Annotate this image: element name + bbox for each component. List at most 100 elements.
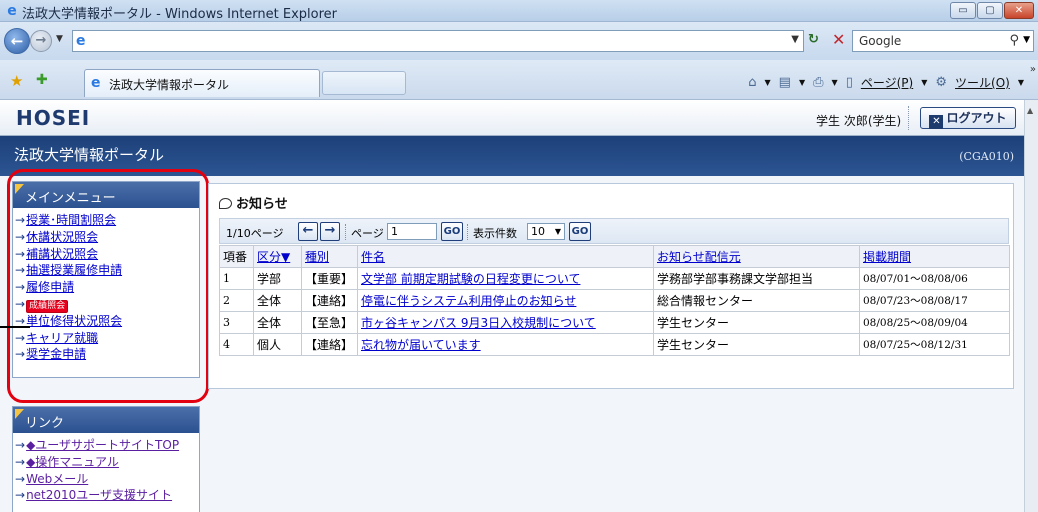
print-dropdown-icon[interactable]: ▼ [832, 78, 838, 87]
column-header-category[interactable]: 区分▼ [253, 245, 302, 268]
page-menu[interactable]: ページ(P) [861, 74, 913, 91]
history-dropdown-icon[interactable]: ▼ [56, 34, 63, 44]
row-period: 08/07/23～08/08/17 [859, 289, 1010, 312]
feeds-dropdown-icon[interactable]: ▼ [799, 78, 805, 87]
column-header-type[interactable]: 種別 [301, 245, 358, 268]
add-favorite-icon[interactable]: ✚ [36, 72, 48, 88]
window-controls: ▭ ▢ ✕ [950, 2, 1034, 19]
search-dropdown-icon[interactable]: ▼ [1023, 35, 1030, 45]
notices-table: 項番 区分▼ 種別 件名 お知らせ配信元 掲載期間 1 学部 【重要】 文学部 … [219, 245, 1010, 356]
column-header-subject[interactable]: 件名 [357, 245, 654, 268]
links-menu-header: リンク [13, 407, 199, 433]
favorites-star-icon[interactable]: ★ [10, 72, 23, 90]
window-title: 法政大学情報ポータル - Windows Internet Explorer [22, 7, 337, 22]
new-tab-button[interactable] [322, 71, 406, 95]
row-subject[interactable]: 忘れ物が届いています [357, 333, 654, 356]
table-row: 2 全体 【連絡】 停電に伴うシステム利用停止のお知らせ 総合情報センター 08… [219, 289, 1010, 312]
row-subject[interactable]: 停電に伴うシステム利用停止のお知らせ [357, 289, 654, 312]
tab-portal[interactable]: e 法政大学情報ポータル [84, 69, 320, 97]
link-item-webmail[interactable]: →Webメール [15, 471, 199, 488]
maximize-button[interactable]: ▢ [977, 2, 1003, 19]
header-divider [908, 106, 909, 130]
link-item-label: ◆ユーザサポートサイトTOP [26, 438, 180, 452]
column-header-period[interactable]: 掲載期間 [859, 245, 1010, 268]
sort-category-link[interactable]: 区分▼ [257, 250, 290, 264]
vertical-scrollbar[interactable]: ▲ [1024, 100, 1038, 512]
address-toolbar: ← → ▼ e ▼ ↻ ✕ Google ⚲ ▼ [0, 22, 1038, 60]
search-icon[interactable]: ⚲ [1009, 33, 1019, 48]
back-button[interactable]: ← [4, 28, 30, 54]
page-number-input[interactable]: 1 [387, 223, 437, 240]
speech-bubble-icon [219, 198, 232, 209]
table-row: 1 学部 【重要】 文学部 前期定期試験の日程変更について 学務部学部事務課文学… [219, 267, 1010, 290]
notice-link[interactable]: 忘れ物が届いています [361, 338, 481, 352]
link-item-net2010-support[interactable]: →net2010ユーザ支援サイト [15, 487, 199, 504]
tools-menu-dropdown-icon[interactable]: ▼ [1018, 78, 1024, 87]
address-dropdown-icon[interactable]: ▼ [791, 34, 799, 45]
sort-sender-link[interactable]: お知らせ配信元 [657, 250, 741, 264]
home-dropdown-icon[interactable]: ▼ [765, 78, 771, 87]
address-input[interactable]: e ▼ [72, 30, 804, 52]
per-page-select[interactable]: 10 ▼ [527, 223, 565, 240]
next-page-button[interactable]: → [320, 222, 340, 241]
user-name: 学生 次郎(学生) [816, 114, 902, 128]
page-icon: e [76, 33, 86, 49]
pager-divider [467, 224, 468, 240]
scroll-up-icon[interactable]: ▲ [1027, 106, 1033, 115]
row-period: 08/08/25～08/09/04 [859, 311, 1010, 334]
print-icon[interactable]: ⎙ [813, 75, 823, 90]
row-category: 全体 [253, 289, 302, 312]
notices-heading: お知らせ [219, 193, 288, 212]
sort-subject-link[interactable]: 件名 [361, 250, 385, 264]
column-header-sender[interactable]: お知らせ配信元 [653, 245, 860, 268]
link-item-support-top[interactable]: →◆ユーザサポートサイトTOP [15, 437, 199, 454]
close-button[interactable]: ✕ [1004, 2, 1034, 19]
prev-page-button[interactable]: ← [298, 222, 318, 241]
row-category: 個人 [253, 333, 302, 356]
table-header-row: 項番 区分▼ 種別 件名 お知らせ配信元 掲載期間 [219, 245, 1010, 268]
feeds-icon[interactable]: ▤ [779, 75, 791, 90]
home-icon[interactable]: ⌂ [748, 75, 756, 90]
table-row: 3 全体 【至急】 市ヶ谷キャンパス 9月3日入校規制について 学生センター 0… [219, 311, 1010, 334]
stop-icon[interactable]: ✕ [832, 30, 845, 49]
tab-toolbar: ★ ✚ e 法政大学情報ポータル ⌂ ▼ ▤ ▼ ⎙ ▼ ▯ ページ(P) ▼ ⚙ ツー… [0, 60, 1038, 100]
tools-gear-icon: ⚙ [935, 75, 948, 90]
page-menu-dropdown-icon[interactable]: ▼ [921, 78, 927, 87]
highlight-annotation-ring [7, 169, 209, 403]
refresh-icon[interactable]: ↻ [808, 32, 819, 47]
page-info: 1/10ページ [226, 227, 284, 240]
notice-link[interactable]: 市ヶ谷キャンパス 9月3日入校規制について [361, 316, 596, 330]
row-sender: 学務部学部事務課文学部担当 [653, 267, 860, 290]
ie-logo-icon: e [7, 3, 17, 19]
window-titlebar: e 法政大学情報ポータル - Windows Internet Explorer… [0, 0, 1038, 22]
row-subject[interactable]: 文学部 前期定期試験の日程変更について [357, 267, 654, 290]
toolbar-overflow-icon[interactable]: » [1030, 64, 1036, 75]
forward-button[interactable]: → [30, 30, 52, 52]
row-period: 08/07/01～08/08/06 [859, 267, 1010, 290]
tab-page-icon: e [91, 75, 101, 91]
link-item-manual[interactable]: →◆操作マニュアル [15, 454, 199, 471]
row-category: 学部 [253, 267, 302, 290]
tools-menu[interactable]: ツール(O) [955, 74, 1010, 91]
chevron-down-icon: ▼ [554, 227, 561, 236]
row-subject[interactable]: 市ヶ谷キャンパス 9月3日入校規制について [357, 311, 654, 334]
command-bar: ⌂ ▼ ▤ ▼ ⎙ ▼ ▯ ページ(P) ▼ ⚙ ツール(O) ▼ [748, 74, 1024, 91]
logout-icon: ✕ [929, 115, 944, 129]
sort-type-link[interactable]: 種別 [305, 250, 329, 264]
logout-button[interactable]: ✕ ログアウト [920, 107, 1016, 129]
annotation-pointer-line [0, 326, 30, 328]
notice-link[interactable]: 停電に伴うシステム利用停止のお知らせ [361, 294, 576, 308]
logout-label: ログアウト [946, 111, 1007, 125]
per-page-go-button[interactable]: GO [569, 222, 591, 241]
search-input[interactable]: Google ⚲ ▼ [852, 30, 1034, 52]
arrow-right-icon: → [15, 454, 26, 469]
minimize-button[interactable]: ▭ [950, 2, 976, 19]
row-type: 【重要】 [301, 267, 358, 290]
notice-link[interactable]: 文学部 前期定期試験の日程変更について [361, 272, 580, 286]
column-header-no: 項番 [219, 245, 254, 268]
sort-period-link[interactable]: 掲載期間 [863, 250, 911, 264]
link-item-label: Webメール [26, 471, 89, 486]
arrow-right-icon: → [15, 488, 26, 503]
page-go-button[interactable]: GO [441, 222, 463, 241]
row-number: 1 [219, 267, 254, 290]
